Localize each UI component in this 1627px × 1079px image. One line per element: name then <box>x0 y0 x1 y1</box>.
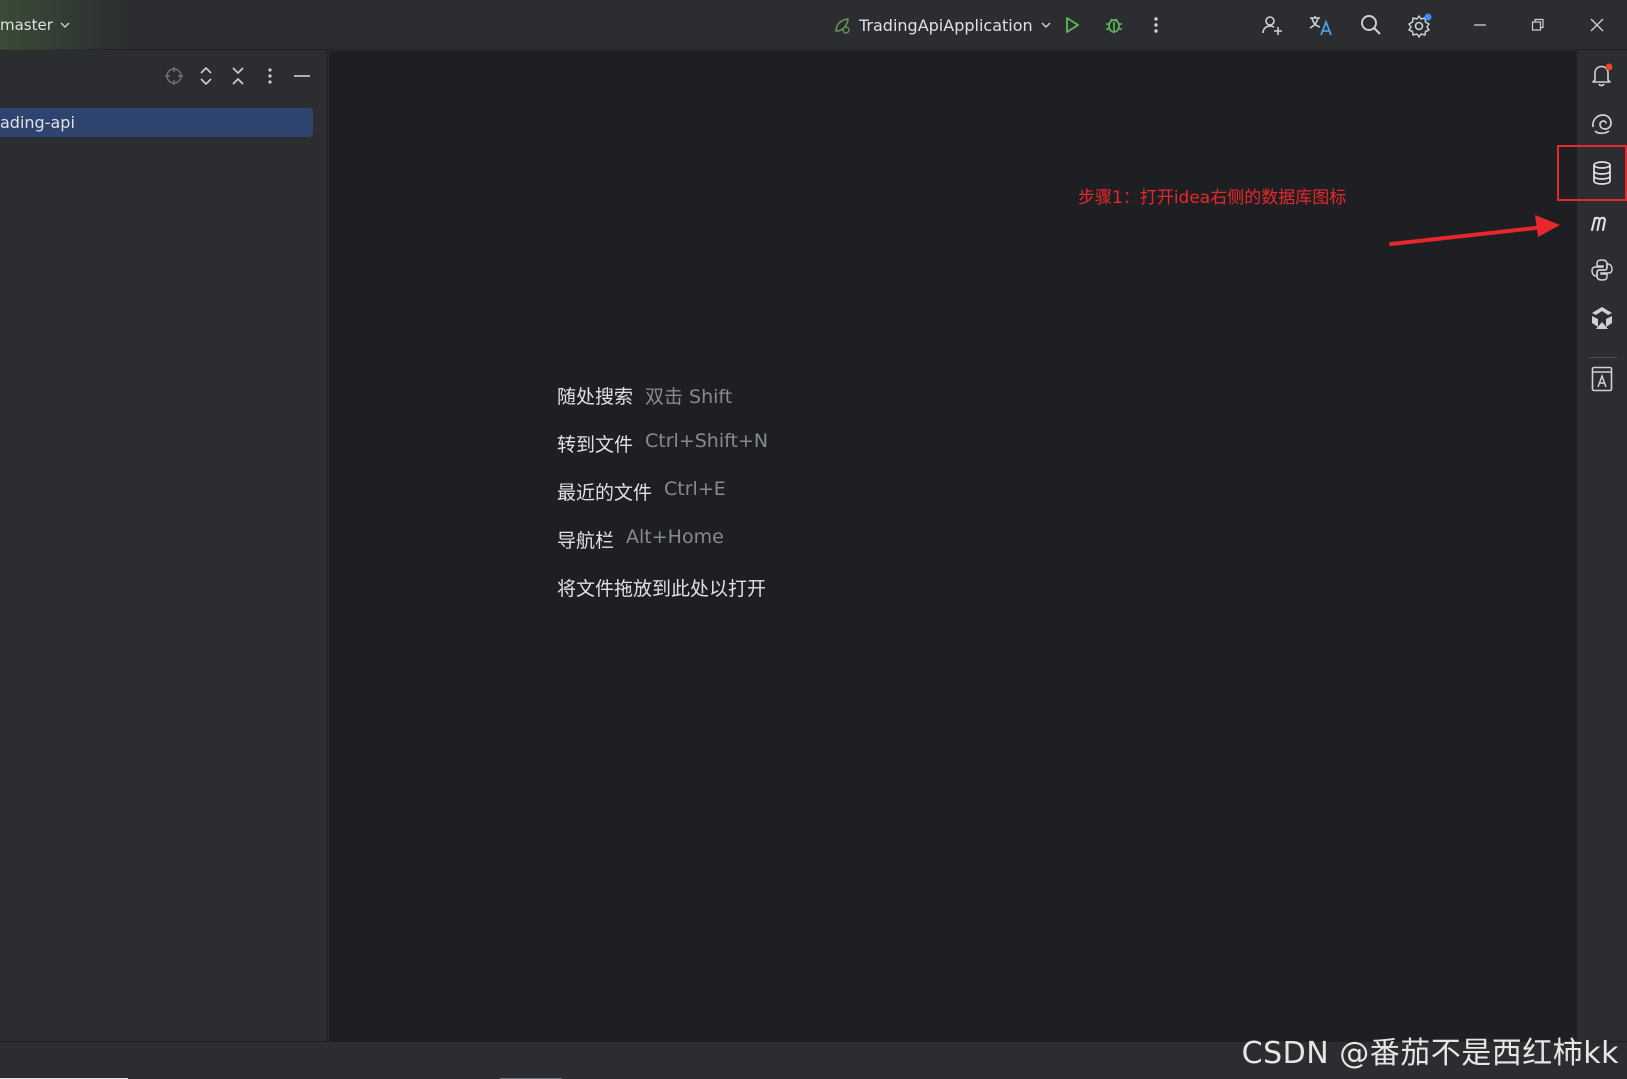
hint-shortcut: 双击 Shift <box>645 386 733 408</box>
close-icon <box>1590 18 1604 32</box>
editor-empty-area: 随处搜索 双击 Shift 转到文件 Ctrl+Shift+N 最近的文件 Ct… <box>329 51 1576 1041</box>
restore-button[interactable] <box>1524 11 1552 39</box>
more-actions-button[interactable] <box>1142 11 1170 39</box>
notifications-button[interactable] <box>1586 59 1618 91</box>
hint-action: 转到文件 <box>557 434 634 456</box>
bug-icon <box>1103 14 1125 36</box>
annotation-arrow <box>1389 215 1560 246</box>
branch-label: master <box>0 16 53 34</box>
hint-shortcut: Ctrl+Shift+N <box>645 430 769 452</box>
plugin-icon <box>1588 305 1616 331</box>
project-tree-item[interactable]: ading-api <box>0 108 313 137</box>
hint-action: 最近的文件 <box>557 482 653 504</box>
vertical-ellipsis-icon <box>267 66 273 86</box>
editor-hints: 随处搜索 双击 Shift 转到文件 Ctrl+Shift+N 最近的文件 Ct… <box>557 382 768 622</box>
hint-recent-files: 最近的文件 Ctrl+E <box>557 478 768 526</box>
python-icon <box>1589 257 1615 283</box>
run-icon <box>1062 15 1082 35</box>
database-icon-highlight <box>1557 145 1627 201</box>
close-button[interactable] <box>1583 11 1611 39</box>
ai-assistant-button[interactable] <box>1586 108 1618 140</box>
run-configuration-selector[interactable]: TradingApiApplication <box>832 13 1052 37</box>
hint-shortcut: Alt+Home <box>626 526 724 548</box>
hint-drop-files: 将文件拖放到此处以打开 <box>557 574 768 622</box>
project-panel: ading-api <box>0 51 328 1041</box>
translate-button[interactable] <box>1307 11 1335 39</box>
tutorial-annotation: 步骤1：打开idea右侧的数据库图标 <box>1078 188 1347 208</box>
plugin-tool-button[interactable] <box>1586 302 1618 334</box>
text-tool-icon <box>1590 365 1614 393</box>
minimize-icon <box>293 67 311 85</box>
collapse-all-icon <box>230 66 246 86</box>
hide-panel-button[interactable] <box>291 65 313 87</box>
code-with-me-button[interactable] <box>1258 11 1286 39</box>
settings-button[interactable] <box>1406 11 1434 39</box>
search-icon <box>1359 13 1383 37</box>
project-name: ading-api <box>0 113 75 132</box>
maven-icon <box>1588 210 1616 234</box>
maven-button[interactable] <box>1586 206 1618 238</box>
spring-boot-icon <box>832 15 852 35</box>
hint-goto-file: 转到文件 Ctrl+Shift+N <box>557 430 768 478</box>
csdn-watermark: CSDN @番茄不是西红柿kk <box>1241 1036 1619 1071</box>
add-user-icon <box>1260 13 1284 37</box>
debug-button[interactable] <box>1100 11 1128 39</box>
hint-action: 随处搜索 <box>557 386 634 408</box>
hint-shortcut: Ctrl+E <box>664 478 726 500</box>
minimize-icon <box>1473 18 1487 32</box>
expand-all-icon <box>198 66 214 86</box>
locate-file-button[interactable] <box>163 65 185 87</box>
crosshair-icon <box>164 66 184 86</box>
ai-assistant-icon <box>1589 111 1615 137</box>
translate-icon <box>1308 13 1334 37</box>
chevron-down-icon <box>1040 19 1052 31</box>
run-button[interactable] <box>1058 11 1086 39</box>
search-everywhere-button[interactable] <box>1357 11 1385 39</box>
gear-icon <box>1407 12 1433 38</box>
branch-selector[interactable]: master <box>0 14 71 36</box>
hint-action: 导航栏 <box>557 530 615 552</box>
vertical-ellipsis-icon <box>1153 15 1159 35</box>
collapse-all-button[interactable] <box>227 65 249 87</box>
restore-icon <box>1531 18 1545 32</box>
panel-options-button[interactable] <box>259 65 281 87</box>
project-panel-toolbar <box>163 65 313 87</box>
notifications-icon <box>1589 62 1615 88</box>
expand-all-button[interactable] <box>195 65 217 87</box>
chevron-down-icon <box>59 19 71 31</box>
python-console-button[interactable] <box>1586 254 1618 286</box>
text-tool-button[interactable] <box>1586 363 1618 395</box>
hint-navigation-bar: 导航栏 Alt+Home <box>557 526 768 574</box>
hint-search-everywhere: 随处搜索 双击 Shift <box>557 382 768 430</box>
hint-action: 将文件拖放到此处以打开 <box>557 578 767 600</box>
run-config-label: TradingApiApplication <box>859 15 1033 35</box>
title-bar: master TradingApiApplication <box>0 0 1627 50</box>
minimize-button[interactable] <box>1466 11 1494 39</box>
strip-separator <box>1589 357 1617 358</box>
